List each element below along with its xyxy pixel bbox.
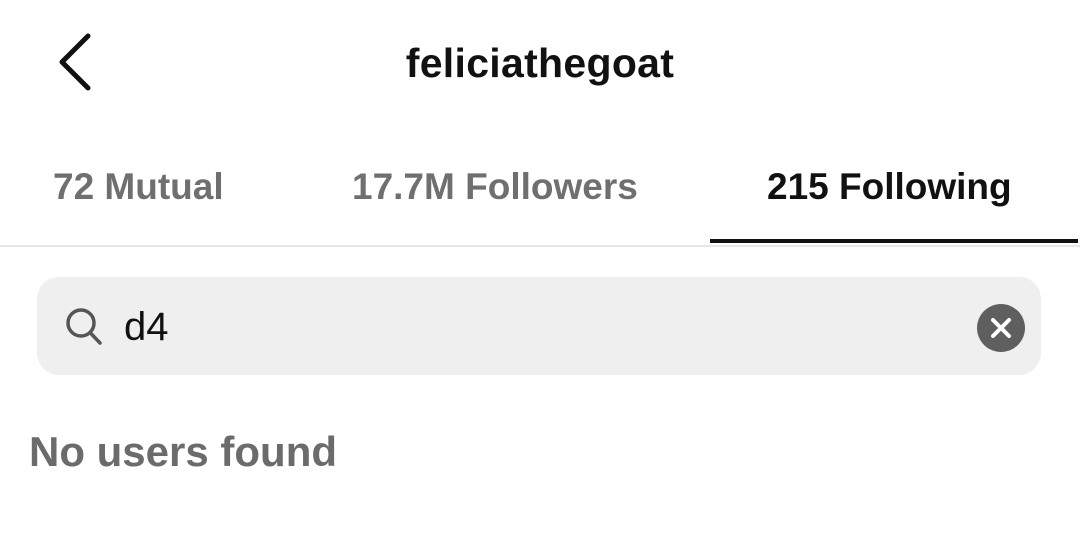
active-tab-indicator — [710, 239, 1078, 243]
tab-mutual[interactable]: 72 Mutual — [53, 166, 224, 208]
top-bar: feliciathegoat — [0, 0, 1080, 130]
clear-icon — [991, 318, 1011, 338]
empty-results-message: No users found — [29, 428, 338, 475]
tab-bar: 72 Mutual 17.7M Followers 215 Following — [0, 150, 1080, 247]
search-input[interactable] — [124, 300, 944, 354]
clear-search-button[interactable] — [977, 304, 1025, 352]
page-title: feliciathegoat — [405, 40, 675, 86]
tab-following[interactable]: 215 Following — [767, 166, 1012, 208]
search-icon — [66, 308, 102, 345]
tab-followers[interactable]: 17.7M Followers — [352, 166, 638, 208]
